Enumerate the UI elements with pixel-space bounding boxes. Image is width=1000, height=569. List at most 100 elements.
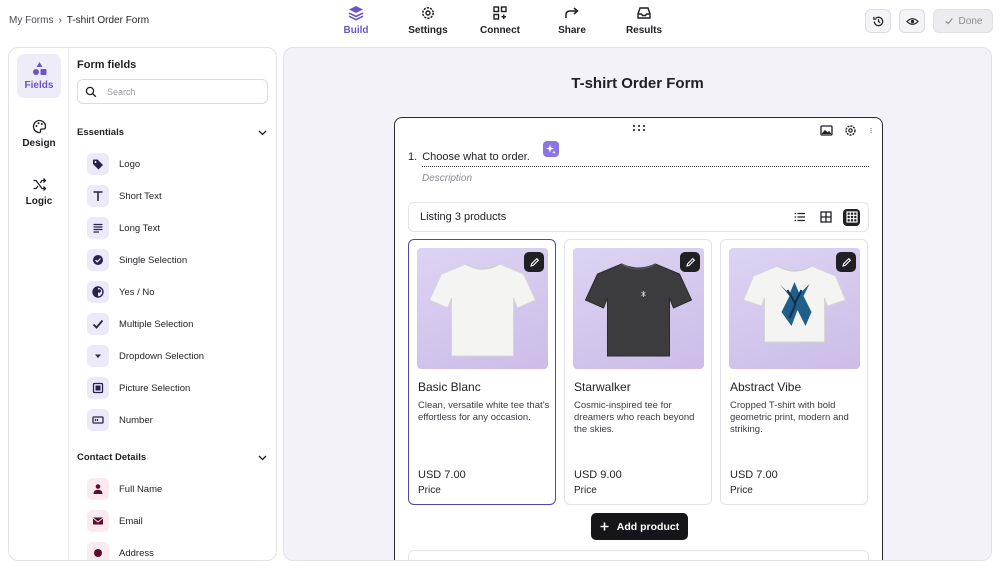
tab-connect-label: Connect [480,25,520,36]
chevron-down-icon [258,455,267,461]
location-icon [94,549,102,557]
question-label[interactable]: 1. Choose what to order. [408,151,530,163]
tshirt-icon [742,265,847,343]
product-card[interactable]: Abstract Vibe Cropped T-shirt with bold … [720,239,868,505]
product-image [417,248,548,369]
product-name: Basic Blanc [418,380,481,394]
history-button[interactable] [865,9,891,33]
preview-button[interactable] [899,9,925,33]
half-circle-icon [92,286,104,298]
field-full-name-label: Full Name [119,483,163,495]
grid-view-icon [819,211,832,223]
table-view-icon [845,211,858,223]
product-price-label: Price [730,485,753,496]
main-nav: Build Settings Connect Share Results [320,5,680,41]
tab-connect[interactable]: Connect [464,5,536,41]
field-address[interactable]: Address [87,542,154,560]
tab-share-label: Share [558,25,586,36]
search-icon [85,86,97,97]
share-icon [565,7,579,18]
edit-product-button[interactable] [680,252,700,272]
pencil-icon [685,257,695,267]
rail-design[interactable]: Design [17,112,61,156]
field-long-text[interactable]: Long Text [87,217,160,239]
section-contact-label: Contact Details [77,452,147,463]
paragraph-icon [93,223,103,233]
done-label: Done [958,15,983,27]
search-field[interactable] [77,79,268,104]
field-dropdown-selection[interactable]: Dropdown Selection [87,345,204,367]
list-view-button[interactable] [791,209,808,226]
drag-handle-icon[interactable] [632,124,646,132]
more-vertical-icon[interactable] [868,124,874,137]
question-card[interactable]: 1. Choose what to order. Description Lis… [394,117,883,560]
product-card[interactable]: Basic Blanc Clean, versatile white tee t… [408,239,556,505]
product-description: Cropped T-shirt with bold geometric prin… [730,400,849,435]
section-contact-details[interactable]: Contact Details [77,452,268,463]
field-number[interactable]: Number [87,409,153,431]
product-price: USD 9.00 [574,469,622,481]
field-picture-selection[interactable]: Picture Selection [87,377,190,399]
history-icon [872,16,883,26]
tab-settings[interactable]: Settings [392,5,464,41]
view-toggles [791,208,860,226]
form-canvas: T-shirt Order Form 1. Choose what to ord… [283,47,992,561]
rail-fields[interactable]: Fields [17,54,61,98]
field-multiple-selection[interactable]: Multiple Selection [87,313,193,335]
field-short-text[interactable]: Short Text [87,185,162,207]
question-description[interactable]: Description [422,173,472,184]
tab-results[interactable]: Results [608,5,680,41]
field-address-label: Address [119,547,154,559]
palette-icon [32,119,46,134]
gear-icon [422,7,434,19]
shuffle-icon [33,178,46,191]
dropdown-icon [95,354,101,358]
picture-icon [92,382,104,394]
person-icon [93,484,103,494]
product-card[interactable]: Starwalker Cosmic-inspired tee for dream… [564,239,712,505]
form-title[interactable]: T-shirt Order Form [284,75,991,92]
field-short-text-label: Short Text [119,190,162,202]
product-image [573,248,704,369]
product-image [729,248,860,369]
field-number-label: Number [119,414,153,426]
field-email[interactable]: Email [87,510,143,532]
edit-product-button[interactable] [524,252,544,272]
field-single-selection[interactable]: Single Selection [87,249,187,271]
field-full-name[interactable]: Full Name [87,478,162,500]
grid-view-button[interactable] [817,209,834,226]
side-rail: Fields Design Logic [9,48,69,560]
field-yes-no-label: Yes / No [119,286,155,298]
top-actions: Done [865,9,993,33]
add-product-button[interactable]: Add product [591,513,688,540]
sparkle-icon [546,144,556,154]
section-essentials[interactable]: Essentials [77,127,268,138]
question-underline [422,166,869,167]
edit-product-button[interactable] [836,252,856,272]
check-icon [92,319,104,329]
ai-assist-button[interactable] [543,141,559,157]
done-button[interactable]: Done [933,9,993,33]
tab-build[interactable]: Build [320,5,392,41]
search-input[interactable] [107,86,257,97]
field-picture-selection-label: Picture Selection [119,382,191,394]
gear-icon[interactable] [844,124,857,137]
breadcrumb-my-forms[interactable]: My Forms [9,15,53,26]
image-icon[interactable] [820,124,833,137]
rail-logic[interactable]: Logic [17,170,61,214]
field-multiple-selection-label: Multiple Selection [119,318,194,330]
field-email-label: Email [119,515,143,527]
field-logo[interactable]: Logo [87,153,140,175]
add-product-label: Add product [616,520,680,533]
tab-settings-label: Settings [408,25,448,36]
listing-label: Listing 3 products [420,211,507,223]
product-price: USD 7.00 [730,469,778,481]
tab-share[interactable]: Share [536,5,608,41]
field-yes-no[interactable]: Yes / No [87,281,155,303]
next-field-box[interactable] [408,550,869,560]
product-name: Starwalker [574,380,631,394]
tab-results-label: Results [625,25,663,36]
number-icon [92,416,104,424]
question-number: 1. [408,151,418,163]
table-view-button[interactable] [843,208,860,226]
